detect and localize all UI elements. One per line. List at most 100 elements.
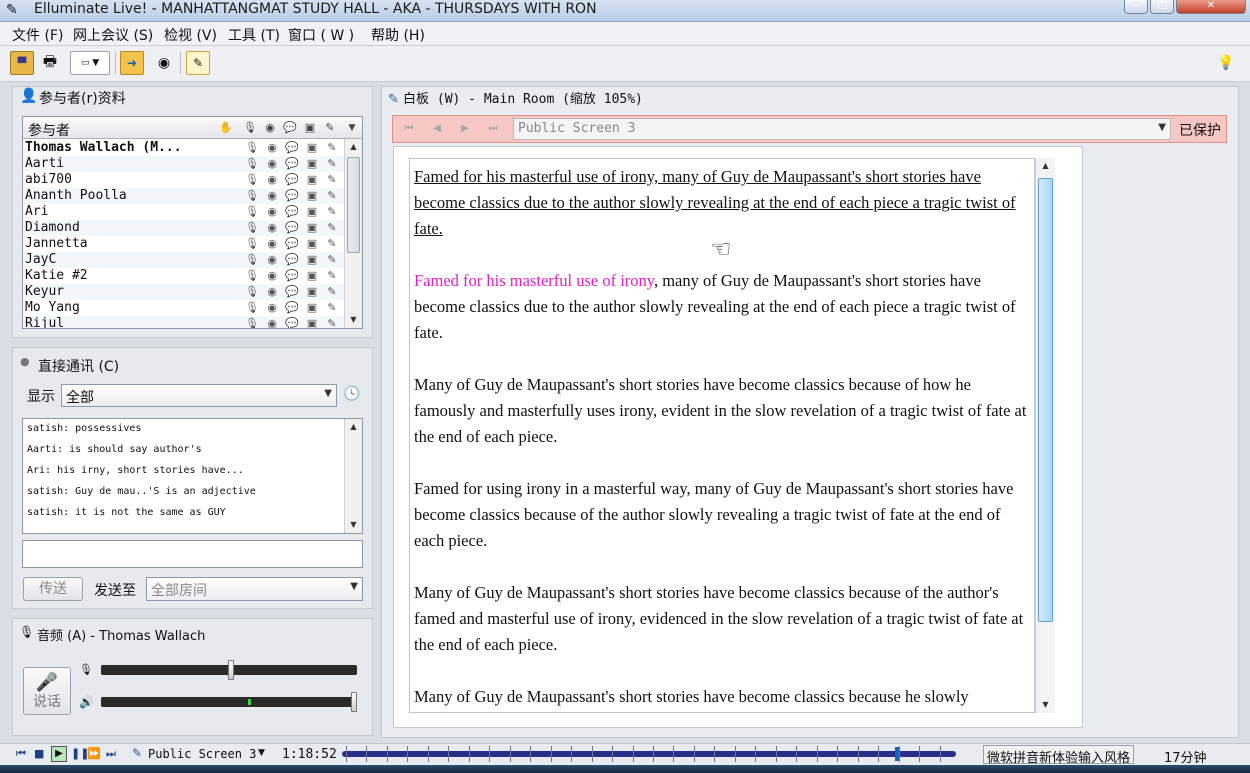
- whiteboard-permission-icon[interactable]: ✎: [325, 189, 339, 203]
- ime-status[interactable]: 微软拼音新体验输入风格: [983, 745, 1135, 766]
- whiteboard-permission-icon[interactable]: ✎: [325, 317, 339, 328]
- menu-window[interactable]: 窗口 ( W ): [288, 25, 354, 45]
- camera-status-icon[interactable]: ◉: [265, 141, 279, 155]
- print-icon[interactable]: 🖶: [38, 51, 62, 75]
- menu-tools[interactable]: 工具 (T): [228, 25, 280, 45]
- participant-scrollbar[interactable]: ▲ ▼: [344, 139, 362, 328]
- talk-button[interactable]: 🎤 说话: [23, 667, 71, 715]
- microphone-status-icon[interactable]: 🎙: [245, 317, 259, 328]
- participant-row[interactable]: Aarti 🎙 ◉ 💬 ▣ ✎: [23, 156, 345, 172]
- menu-help[interactable]: 帮助 (H): [371, 25, 425, 45]
- layout-dropdown-icon[interactable]: ▭ ▼: [70, 51, 110, 75]
- whiteboard-text-area[interactable]: Famed for his masterful use of irony, ma…: [409, 158, 1035, 713]
- whiteboard-header-icon[interactable]: ✎: [323, 121, 337, 135]
- scroll-down-arrow[interactable]: ▼: [345, 517, 362, 533]
- playback-screen-label[interactable]: Public Screen 3: [148, 747, 256, 761]
- camera-status-icon[interactable]: ◉: [265, 253, 279, 267]
- camera-status-icon[interactable]: ◉: [265, 317, 279, 328]
- screen-status-icon[interactable]: ▣: [305, 157, 319, 171]
- screen-status-icon[interactable]: ▣: [305, 269, 319, 283]
- menu-view[interactable]: 检视 (V): [164, 25, 217, 45]
- first-screen-icon[interactable]: ⏮: [401, 122, 417, 136]
- screen-status-icon[interactable]: ▣: [305, 141, 319, 155]
- chat-filter-select[interactable]: 全部 ▼: [61, 384, 337, 407]
- screen-status-icon[interactable]: ▣: [305, 189, 319, 203]
- screen-status-icon[interactable]: ▣: [305, 301, 319, 315]
- screen-status-icon[interactable]: ▣: [305, 237, 319, 251]
- participant-row[interactable]: abi700 🎙 ◉ 💬 ▣ ✎: [23, 172, 345, 188]
- chat-status-icon[interactable]: 💬: [285, 253, 299, 267]
- chat-status-icon[interactable]: 💬: [285, 173, 299, 187]
- chat-header-icon[interactable]: 💬: [283, 121, 297, 135]
- participant-row[interactable]: Jannetta 🎙 ◉ 💬 ▣ ✎: [23, 236, 345, 252]
- minimize-button[interactable]: ‒: [1124, 0, 1148, 14]
- speaker-volume-knob[interactable]: [351, 692, 357, 712]
- microphone-status-icon[interactable]: 🎙: [245, 141, 259, 155]
- microphone-status-icon[interactable]: 🎙: [245, 157, 259, 171]
- chat-status-icon[interactable]: 💬: [285, 157, 299, 171]
- screen-status-icon[interactable]: ▣: [305, 221, 319, 235]
- send-button[interactable]: 传送: [23, 577, 83, 601]
- whiteboard-scrollbar[interactable]: ▲ ▼: [1035, 158, 1055, 713]
- lightbulb-icon[interactable]: 💡: [1214, 51, 1238, 75]
- microphone-status-icon[interactable]: 🎙: [245, 189, 259, 203]
- microphone-status-icon[interactable]: 🎙: [245, 269, 259, 283]
- microphone-status-icon[interactable]: 🎙: [245, 221, 259, 235]
- chat-status-icon[interactable]: 💬: [285, 285, 299, 299]
- menu-file[interactable]: 文件 (F): [12, 25, 63, 45]
- camera-status-icon[interactable]: ◉: [265, 285, 279, 299]
- camera-status-icon[interactable]: ◉: [265, 269, 279, 283]
- microphone-status-icon[interactable]: 🎙: [245, 237, 259, 251]
- timeline-playhead[interactable]: [895, 747, 899, 761]
- participant-row[interactable]: Ari 🎙 ◉ 💬 ▣ ✎: [23, 204, 345, 220]
- scroll-down-arrow[interactable]: ▼: [1036, 697, 1055, 713]
- whiteboard-permission-icon[interactable]: ✎: [325, 301, 339, 315]
- participant-row[interactable]: Ananth Poolla 🎙 ◉ 💬 ▣ ✎: [23, 188, 345, 204]
- microphone-status-icon[interactable]: 🎙: [245, 253, 259, 267]
- menu-meeting[interactable]: 网上会议 (S): [73, 25, 153, 45]
- participant-row[interactable]: Rijul 🎙 ◉ 💬 ▣ ✎: [23, 316, 345, 328]
- screen-select[interactable]: Public Screen 3 ▼: [513, 118, 1171, 140]
- chat-status-icon[interactable]: 💬: [285, 317, 299, 328]
- microphone-header-icon[interactable]: 🎙: [243, 121, 257, 135]
- microphone-status-icon[interactable]: 🎙: [245, 285, 259, 299]
- save-icon[interactable]: ▀: [10, 51, 34, 75]
- participant-row[interactable]: Mo Yang 🎙 ◉ 💬 ▣ ✎: [23, 300, 345, 316]
- camera-status-icon[interactable]: ◉: [265, 237, 279, 251]
- skip-start-icon[interactable]: ⏮: [16, 747, 26, 761]
- whiteboard-permission-icon[interactable]: ✎: [325, 269, 339, 283]
- screen-status-icon[interactable]: ▣: [305, 253, 319, 267]
- whiteboard-permission-icon[interactable]: ✎: [325, 141, 339, 155]
- scroll-down-arrow[interactable]: ▼: [345, 312, 362, 328]
- mic-volume-knob[interactable]: [228, 660, 234, 680]
- webcam-icon[interactable]: ◉: [152, 51, 176, 75]
- participant-row[interactable]: Keyur 🎙 ◉ 💬 ▣ ✎: [23, 284, 345, 300]
- scroll-up-arrow[interactable]: ▲: [345, 419, 362, 435]
- scroll-up-arrow[interactable]: ▲: [1036, 158, 1055, 174]
- participant-row[interactable]: Diamond 🎙 ◉ 💬 ▣ ✎: [23, 220, 345, 236]
- whiteboard-permission-icon[interactable]: ✎: [325, 173, 339, 187]
- screen-header-icon[interactable]: ▣: [303, 121, 317, 135]
- maximize-button[interactable]: □: [1150, 0, 1174, 14]
- camera-status-icon[interactable]: ◉: [265, 157, 279, 171]
- speaker-volume-slider[interactable]: [101, 692, 357, 712]
- previous-screen-icon[interactable]: ◀: [429, 122, 445, 136]
- camera-status-icon[interactable]: ◉: [265, 301, 279, 315]
- camera-status-icon[interactable]: ◉: [265, 173, 279, 187]
- chat-status-icon[interactable]: 💬: [285, 205, 299, 219]
- screen-status-icon[interactable]: ▣: [305, 285, 319, 299]
- column-menu-icon[interactable]: ▼: [345, 121, 359, 135]
- participant-list[interactable]: 参与者 ✋ 🎙 ◉ 💬 ▣ ✎ ▼ Thomas Wallach (M... 🎙 ◉…: [22, 116, 363, 329]
- screen-status-icon[interactable]: ▣: [305, 173, 319, 187]
- whiteboard-permission-icon[interactable]: ✎: [325, 157, 339, 171]
- play-icon[interactable]: ▶: [51, 746, 67, 762]
- folder-share-icon[interactable]: ➜: [120, 51, 144, 75]
- timeline-track[interactable]: [342, 746, 956, 762]
- microphone-status-icon[interactable]: 🎙: [245, 173, 259, 187]
- screen-status-icon[interactable]: ▣: [305, 317, 319, 328]
- skip-end-icon[interactable]: ⏭: [106, 747, 116, 761]
- chat-status-icon[interactable]: 💬: [285, 221, 299, 235]
- whiteboard-permission-icon[interactable]: ✎: [325, 285, 339, 299]
- chat-log[interactable]: satish: possessives Aarti: is should say…: [22, 418, 363, 534]
- last-screen-icon[interactable]: ⏭: [485, 122, 501, 136]
